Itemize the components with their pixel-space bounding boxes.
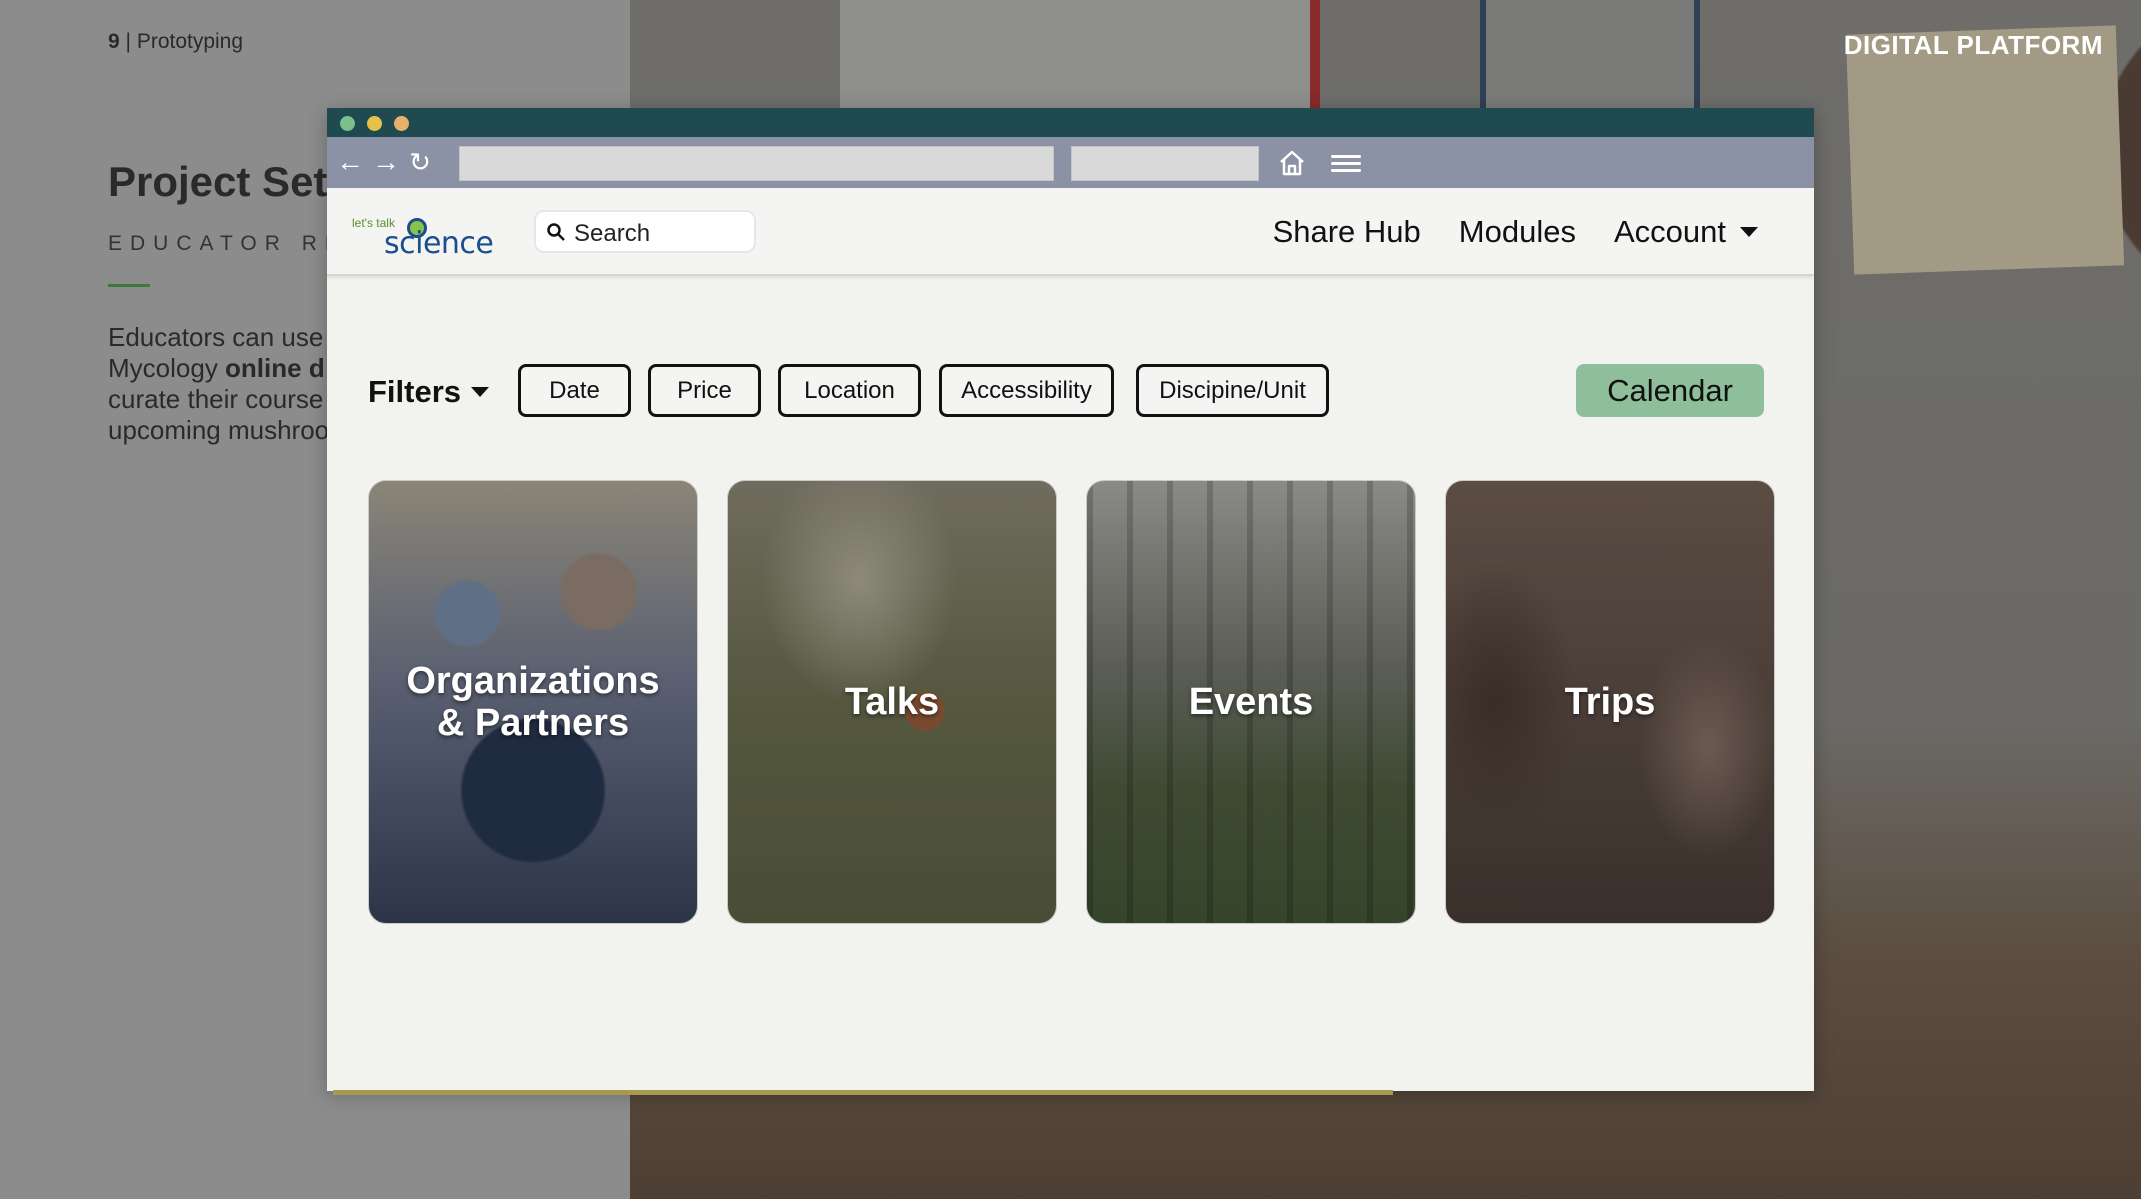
filters-dropdown[interactable]: Filters <box>368 374 490 410</box>
nav-share-hub[interactable]: Share Hub <box>1273 214 1421 250</box>
reload-icon[interactable]: ↻ <box>405 147 435 177</box>
nav-modules[interactable]: Modules <box>1459 214 1576 250</box>
calendar-button[interactable]: Calendar <box>1576 364 1764 417</box>
browser-toolbar: ← → ↻ <box>327 137 1814 188</box>
search-placeholder: Search <box>574 220 651 247</box>
filter-accessibility[interactable]: Accessibility <box>939 364 1114 417</box>
window-minimize-dot[interactable] <box>367 116 382 131</box>
page-number: 9 | Prototyping <box>108 30 244 53</box>
forward-arrow-icon[interactable]: → <box>371 147 401 177</box>
filter-location[interactable]: Location <box>778 364 921 417</box>
filter-date[interactable]: Date <box>518 364 631 417</box>
photo-window <box>840 0 1320 120</box>
main-nav: Share Hub Modules Account <box>1273 214 1758 250</box>
browser-search-field[interactable] <box>1071 146 1259 181</box>
home-icon[interactable] <box>1277 148 1307 178</box>
filters-row: Filters Date Price Location Accessibilit… <box>327 364 1814 420</box>
site-search-input[interactable]: Search <box>534 210 756 253</box>
back-arrow-icon[interactable]: ← <box>335 147 365 177</box>
card-events[interactable]: Events <box>1086 480 1416 924</box>
filter-discipline-unit[interactable]: Discipine/Unit <box>1136 364 1329 417</box>
site-header: let's talk science Search Share Hub Modu… <box>327 188 1814 276</box>
photo-poster <box>1845 25 2125 275</box>
window-maximize-dot[interactable] <box>340 116 355 131</box>
card-title: Trips <box>1564 681 1656 723</box>
address-bar[interactable] <box>459 146 1054 181</box>
project-title: Project Set <box>108 158 328 205</box>
browser-window: ← → ↻ let's talk science Search Share Hu… <box>327 108 1814 1091</box>
card-title: Events <box>1188 681 1314 723</box>
card-talks[interactable]: Talks <box>727 480 1057 924</box>
scroll-progress-bar <box>333 1090 1393 1095</box>
lets-talk-science-logo[interactable]: let's talk science <box>352 212 494 261</box>
search-icon <box>547 223 565 241</box>
browser-titlebar <box>327 108 1814 137</box>
nav-account[interactable]: Account <box>1614 214 1758 250</box>
chevron-down-icon <box>471 387 490 397</box>
window-close-dot[interactable] <box>394 116 409 131</box>
filter-price[interactable]: Price <box>648 364 761 417</box>
card-title: Talks <box>844 681 940 723</box>
hamburger-menu-icon[interactable] <box>1331 151 1361 177</box>
card-trips[interactable]: Trips <box>1445 480 1775 924</box>
chevron-down-icon <box>1740 227 1758 237</box>
card-title: Organizations & Partners <box>406 660 660 744</box>
corner-label: DIGITAL PLATFORM <box>1843 30 2103 60</box>
card-organizations-partners[interactable]: Organizations & Partners <box>368 480 698 924</box>
green-divider <box>108 284 150 287</box>
category-cards: Organizations & Partners Talks Events Tr… <box>368 480 1778 924</box>
